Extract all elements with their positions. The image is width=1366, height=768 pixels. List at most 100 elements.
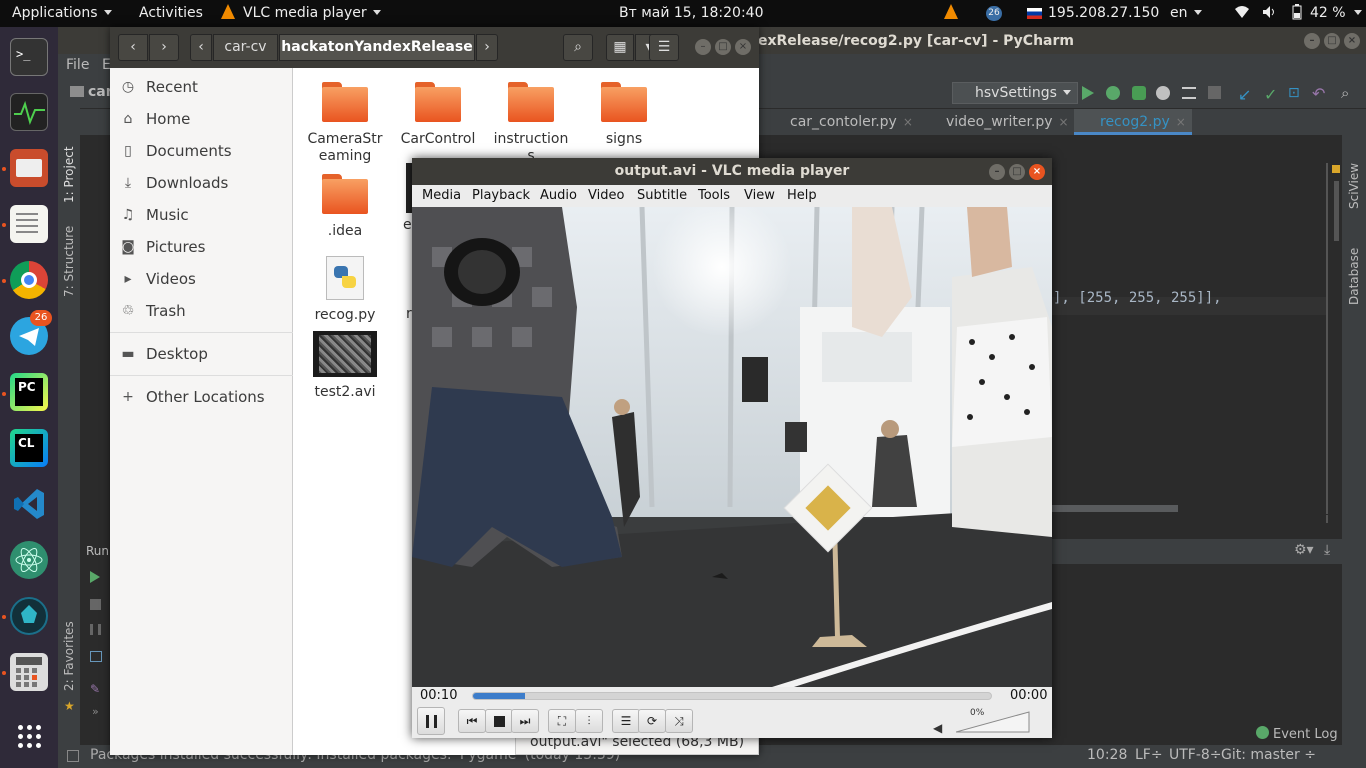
battery-icon[interactable]: [1292, 0, 1302, 27]
sidebar-item-trash[interactable]: ♲ Trash: [110, 295, 293, 327]
files-close-button[interactable]: ×: [735, 39, 751, 55]
pycharm-close-button[interactable]: ×: [1344, 33, 1360, 49]
search-everywhere-icon[interactable]: ⌕: [1341, 84, 1349, 102]
path-car-cv[interactable]: car-cv: [213, 34, 278, 61]
pycharm-maximize-button[interactable]: □: [1324, 33, 1340, 49]
sidebar-item-other-locations[interactable]: + Other Locations: [110, 381, 293, 413]
vlc-menu-audio[interactable]: Audio: [540, 188, 577, 203]
search-button[interactable]: ⌕: [563, 34, 593, 61]
editor-scrollbar[interactable]: [1334, 181, 1339, 241]
wifi-icon[interactable]: [1234, 0, 1250, 27]
sidebar-item-recent[interactable]: ◷ Recent: [110, 71, 293, 103]
ip-address[interactable]: 195.208.27.150: [1048, 0, 1159, 27]
loop-button[interactable]: ⟳: [638, 709, 666, 733]
vlc-menu-subtitle[interactable]: Subtitle: [637, 188, 687, 203]
file-item-recog-py[interactable]: recog.py: [298, 256, 392, 324]
menu-file[interactable]: File: [66, 57, 89, 73]
files-maximize-button[interactable]: □: [715, 39, 731, 55]
clock[interactable]: Вт май 15, 18:20:40: [619, 0, 764, 27]
tab-recog2[interactable]: recog2.py ×: [1074, 109, 1192, 135]
database-tool-tab[interactable]: Database: [1347, 248, 1361, 305]
path-scroll-right-button[interactable]: ›: [476, 34, 498, 61]
vlc-maximize-button[interactable]: □: [1009, 164, 1025, 180]
project-tool-tab[interactable]: 1: Project: [62, 146, 76, 203]
pycharm-minimize-button[interactable]: –: [1304, 33, 1320, 49]
menu-button[interactable]: ☰: [649, 34, 679, 61]
run-config-select[interactable]: hsvSettings: [952, 82, 1078, 104]
files-icon[interactable]: [10, 149, 48, 187]
file-name-partial[interactable]: r: [406, 306, 412, 322]
app-menu[interactable]: VLC media player: [221, 0, 381, 27]
gitkraken-icon[interactable]: [10, 597, 48, 635]
activities-button[interactable]: Activities: [139, 0, 203, 27]
tab-video-writer[interactable]: video_writer.py ×: [920, 109, 1075, 135]
path-hackaton[interactable]: hackatonYandexRelease: [279, 34, 475, 61]
playlist-button[interactable]: ☰: [612, 709, 640, 733]
event-log-button[interactable]: Event Log: [1256, 726, 1338, 742]
pycharm-icon[interactable]: PC: [10, 373, 48, 411]
favorites-tool-tab[interactable]: 2: Favorites: [62, 621, 76, 691]
system-menu-arrow-icon[interactable]: [1354, 10, 1362, 15]
vcs-commit-icon[interactable]: ✓: [1264, 85, 1277, 104]
toggle-tool-windows-icon[interactable]: [67, 750, 79, 762]
vlc-tray-icon[interactable]: [944, 0, 958, 27]
coverage-icon[interactable]: [1132, 86, 1146, 100]
build-icon[interactable]: [1182, 87, 1196, 99]
atom-icon[interactable]: [10, 541, 48, 579]
system-monitor-icon[interactable]: [10, 93, 48, 131]
run-stop-icon[interactable]: [90, 599, 101, 610]
stop-icon[interactable]: [1208, 86, 1221, 99]
files-minimize-button[interactable]: –: [695, 39, 711, 55]
terminal-icon[interactable]: >_: [10, 38, 48, 76]
seek-bar[interactable]: [472, 692, 992, 700]
git-branch[interactable]: Git: master ÷: [1221, 747, 1316, 763]
profile-icon[interactable]: [1156, 86, 1170, 100]
run-icon[interactable]: [1082, 86, 1094, 100]
structure-tool-tab[interactable]: 7: Structure: [62, 226, 76, 297]
file-item-signs[interactable]: signs: [577, 82, 671, 148]
pin-icon[interactable]: ✎: [90, 682, 100, 696]
sidebar-item-home[interactable]: ⌂ Home: [110, 103, 293, 135]
calculator-icon[interactable]: [10, 653, 48, 691]
close-tab-icon[interactable]: ×: [1176, 115, 1186, 129]
hide-panel-icon[interactable]: ⤓: [1324, 542, 1330, 558]
file-item-idea[interactable]: .idea: [298, 174, 392, 240]
battery-level[interactable]: 42 %: [1310, 0, 1346, 27]
file-item-carcontrol[interactable]: CarControl: [391, 82, 485, 148]
file-name-partial[interactable]: e: [403, 217, 412, 233]
video-frame[interactable]: [412, 207, 1052, 687]
line-separator[interactable]: LF÷: [1135, 747, 1163, 763]
tab-car-contoler[interactable]: car_contoler.py ×: [764, 109, 919, 135]
sidebar-item-pictures[interactable]: ◙ Pictures: [110, 231, 293, 263]
project-breadcrumb[interactable]: car: [70, 84, 113, 100]
close-tab-icon[interactable]: ×: [1059, 115, 1069, 129]
file-encoding[interactable]: UTF-8÷: [1169, 747, 1222, 763]
vcs-update-icon[interactable]: ↙: [1238, 85, 1251, 104]
vcs-revert-icon[interactable]: ↶: [1312, 84, 1325, 103]
path-scroll-left-button[interactable]: ‹: [190, 34, 212, 61]
vlc-menu-help[interactable]: Help: [787, 188, 817, 203]
debug-icon[interactable]: [1106, 86, 1120, 100]
stop-button[interactable]: [485, 709, 513, 733]
fullscreen-button[interactable]: ⛶: [548, 709, 576, 733]
forward-button[interactable]: ›: [149, 34, 179, 61]
file-item-test2-avi[interactable]: test2.avi: [298, 331, 392, 401]
more-icon[interactable]: »: [92, 705, 99, 718]
sidebar-item-videos[interactable]: ▸ Videos: [110, 263, 293, 295]
file-item-camerastreaming[interactable]: CameraStr eaming: [298, 82, 392, 165]
chrome-icon[interactable]: [10, 261, 48, 299]
vlc-menu-playback[interactable]: Playback: [472, 188, 530, 203]
vlc-close-button[interactable]: ×: [1029, 164, 1045, 180]
vscode-icon[interactable]: [10, 485, 48, 523]
telegram-tray-badge[interactable]: 26: [986, 6, 1002, 21]
editor-hscrollbar[interactable]: [1052, 505, 1178, 512]
volume-slider[interactable]: 0%: [955, 708, 1030, 733]
vcs-history-icon[interactable]: ⊡: [1288, 85, 1300, 101]
vlc-minimize-button[interactable]: –: [989, 164, 1005, 180]
vlc-menu-video[interactable]: Video: [588, 188, 624, 203]
close-tab-icon[interactable]: ×: [903, 115, 913, 129]
caret-position[interactable]: 10:28: [1087, 747, 1127, 763]
settings-gear-icon[interactable]: ⚙▾: [1294, 542, 1314, 558]
rerun-icon[interactable]: [90, 571, 100, 583]
sidebar-item-downloads[interactable]: ⤓ Downloads: [110, 167, 293, 199]
